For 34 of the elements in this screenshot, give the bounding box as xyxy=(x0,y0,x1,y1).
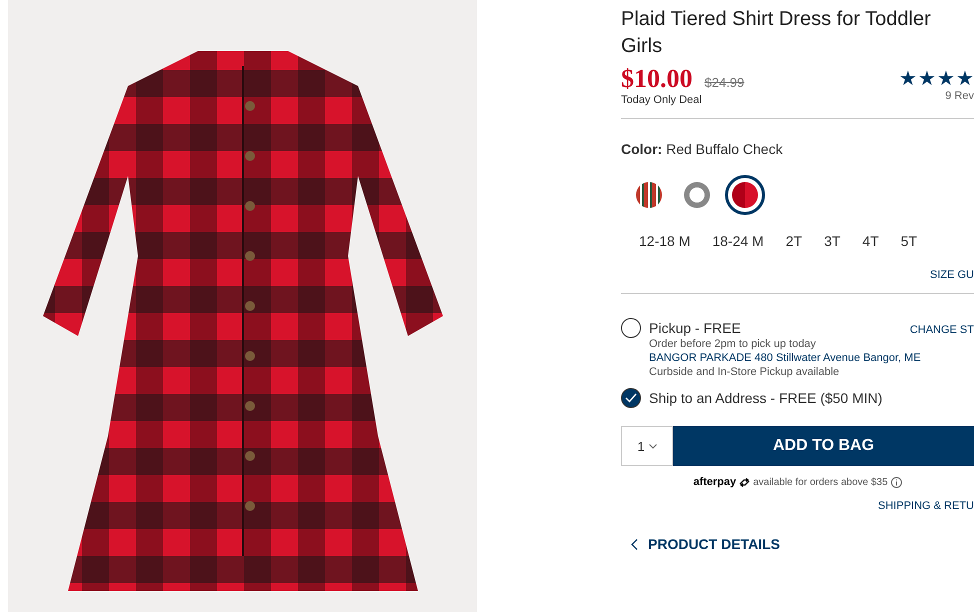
store-address-link[interactable]: BANGOR PARKADE 480 Stillwater Avenue Bangor, ME xyxy=(649,352,974,364)
color-swatch[interactable] xyxy=(725,175,765,215)
add-to-bag-button[interactable]: ADD TO BAG xyxy=(673,426,974,466)
pickup-note: Order before 2pm to pick up today xyxy=(649,338,817,350)
product-details-toggle[interactable]: PRODUCT DETAILS xyxy=(631,536,974,552)
size-option[interactable]: 2T xyxy=(786,231,802,253)
chevron-left-icon xyxy=(631,538,638,550)
size-option[interactable]: 12-18 M xyxy=(639,231,690,253)
radio-button[interactable] xyxy=(621,388,641,408)
size-option[interactable]: 18-24 M xyxy=(712,231,764,253)
original-price: $24.99 xyxy=(704,75,744,90)
pickup-note: Curbside and In-Store Pickup available xyxy=(649,366,840,378)
star-rating: ★★★★ xyxy=(899,68,974,90)
chevron-down-icon xyxy=(648,444,657,448)
size-option[interactable]: 4T xyxy=(862,231,879,253)
size-option[interactable]: 3T xyxy=(824,231,840,253)
shipping-returns-link[interactable]: SHIPPING & RETU xyxy=(878,500,974,512)
delivery-option-label: Ship to an Address - FREE ($50 MIN) xyxy=(649,390,882,406)
product-title: Plaid Tiered Shirt Dress for Toddler Girls xyxy=(621,7,932,59)
info-icon[interactable] xyxy=(890,476,902,488)
size-guide-link[interactable]: SIZE GU xyxy=(930,269,974,281)
quantity-select[interactable]: 1 xyxy=(621,426,673,466)
afterpay-logo: afterpay xyxy=(693,476,736,488)
change-store-link[interactable]: CHANGE ST xyxy=(910,324,974,336)
arrows-icon xyxy=(739,478,750,486)
deal-label: Today Only Deal xyxy=(621,94,703,106)
delivery-option-label: Pickup - FREE xyxy=(649,320,741,336)
sale-price: $10.00 xyxy=(621,64,692,94)
size-option[interactable]: 5T xyxy=(900,231,918,253)
color-label: Color: Red Buffalo Check xyxy=(621,141,784,157)
check-icon xyxy=(625,393,637,403)
radio-button[interactable] xyxy=(621,318,641,338)
reviews-link[interactable]: 9 Rev xyxy=(899,90,974,102)
afterpay-note: available for orders above $35 xyxy=(753,476,888,488)
